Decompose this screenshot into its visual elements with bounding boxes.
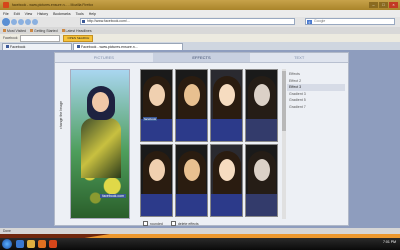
minimize-button[interactable]: – bbox=[369, 2, 378, 8]
search-placeholder: Google bbox=[314, 19, 326, 23]
page-content: PICTURES EFFECTS TEXT change the Image f… bbox=[0, 50, 400, 228]
preview-watermark: facebook.com bbox=[100, 194, 126, 198]
menu-edit[interactable]: Edit bbox=[14, 12, 20, 16]
search-input[interactable]: g Google bbox=[305, 18, 395, 25]
delete-effects-label: delete effects bbox=[177, 221, 199, 226]
editor-footer: rounded delete effects bbox=[143, 221, 199, 226]
status-bar: Done bbox=[0, 228, 400, 234]
effects-list: Effects Effect 2 Effect 3 Gradient 3 Gra… bbox=[287, 71, 345, 110]
effect-thumbnail-grid: facebook bbox=[140, 69, 280, 219]
rounded-checkbox[interactable] bbox=[143, 221, 148, 226]
firefox-icon[interactable] bbox=[49, 240, 57, 248]
delete-effects-checkbox[interactable] bbox=[170, 221, 176, 226]
change-image-label: change the Image bbox=[59, 100, 63, 129]
window-titlebar: facebook - www.pictures.ensure.n... - Mo… bbox=[0, 0, 400, 10]
menu-tools[interactable]: Tools bbox=[76, 12, 84, 16]
stop-button[interactable] bbox=[25, 19, 31, 25]
menu-bar: File Edit View History Bookmarks Tools H… bbox=[0, 10, 400, 17]
facebook-icon bbox=[77, 45, 80, 48]
close-button[interactable]: × bbox=[389, 2, 398, 8]
firefox-icon bbox=[3, 2, 9, 8]
photo-preview: facebook.com bbox=[70, 69, 130, 219]
browser-tab-bar: Facebook Facebook - www.pictures.ensure.… bbox=[0, 42, 400, 50]
addon-search-input[interactable] bbox=[20, 34, 61, 42]
address-url: http://www.facebook.com/... bbox=[87, 19, 130, 23]
tab-effects[interactable]: EFFECTS bbox=[152, 53, 251, 63]
bookmark-most-visited[interactable]: Most Visited bbox=[3, 28, 26, 33]
ie-icon[interactable] bbox=[16, 240, 24, 248]
bookmarks-toolbar: Most Visited Getting Started Latest Head… bbox=[0, 27, 400, 34]
effect-thumbnail[interactable] bbox=[245, 69, 278, 142]
reload-button[interactable] bbox=[18, 19, 24, 25]
tab-facebook-pictures[interactable]: Facebook - www.pictures.ensure.n... bbox=[73, 43, 183, 50]
menu-bookmarks[interactable]: Bookmarks bbox=[53, 12, 71, 16]
thumbnail-scrollbar[interactable] bbox=[282, 69, 286, 219]
system-clock: 7:01 PM bbox=[382, 240, 396, 244]
effect-thumbnail[interactable] bbox=[175, 69, 208, 142]
start-button[interactable] bbox=[2, 239, 12, 249]
tab-text[interactable]: TEXT bbox=[250, 53, 349, 63]
rounded-label: rounded bbox=[150, 221, 163, 226]
thumbnail-watermark: facebook bbox=[143, 117, 158, 121]
bookmark-latest-headlines[interactable]: Latest Headlines bbox=[61, 28, 92, 33]
bookmark-getting-started[interactable]: Getting Started bbox=[30, 28, 58, 33]
site-favicon bbox=[82, 20, 85, 23]
back-button[interactable] bbox=[2, 18, 10, 26]
maximize-button[interactable]: □ bbox=[379, 2, 388, 8]
addon-toolbar: Facebook OPEN SEARCH bbox=[0, 34, 400, 42]
effect-item[interactable]: Gradient 7 bbox=[287, 104, 345, 111]
taskbar: Done 7:01 PM bbox=[0, 228, 400, 250]
tab-facebook[interactable]: Facebook bbox=[2, 43, 72, 50]
menu-history[interactable]: History bbox=[37, 12, 48, 16]
menu-file[interactable]: File bbox=[3, 12, 9, 16]
effect-thumbnail[interactable] bbox=[140, 144, 173, 217]
address-bar[interactable]: http://www.facebook.com/... bbox=[80, 18, 295, 25]
folder-icon[interactable] bbox=[27, 240, 35, 248]
facebook-icon bbox=[6, 45, 9, 48]
windows-taskbar: 7:01 PM bbox=[0, 238, 400, 250]
home-button[interactable] bbox=[32, 19, 38, 25]
open-search-button[interactable]: OPEN SEARCH bbox=[63, 34, 94, 42]
effect-thumbnail[interactable] bbox=[175, 144, 208, 217]
status-text: Done bbox=[3, 229, 11, 233]
forward-button[interactable] bbox=[11, 19, 17, 25]
addon-label: Facebook bbox=[3, 36, 18, 40]
effect-thumbnail[interactable] bbox=[245, 144, 278, 217]
editor-tabs: PICTURES EFFECTS TEXT bbox=[55, 53, 349, 63]
menu-view[interactable]: View bbox=[25, 12, 33, 16]
change-image-sidebar[interactable]: change the Image bbox=[59, 69, 70, 219]
effect-thumbnail[interactable] bbox=[210, 144, 243, 217]
effect-thumbnail[interactable]: facebook bbox=[140, 69, 173, 142]
tab-pictures[interactable]: PICTURES bbox=[55, 53, 153, 63]
menu-help[interactable]: Help bbox=[89, 12, 96, 16]
google-icon: g bbox=[307, 20, 312, 24]
media-player-icon[interactable] bbox=[38, 240, 46, 248]
scrollbar-thumb[interactable] bbox=[282, 71, 286, 131]
effect-thumbnail[interactable] bbox=[210, 69, 243, 142]
window-title: facebook - www.pictures.ensure.n... - Mo… bbox=[12, 3, 94, 7]
navigation-toolbar: http://www.facebook.com/... g Google bbox=[0, 17, 400, 27]
photo-editor-panel: PICTURES EFFECTS TEXT change the Image f… bbox=[54, 52, 349, 226]
